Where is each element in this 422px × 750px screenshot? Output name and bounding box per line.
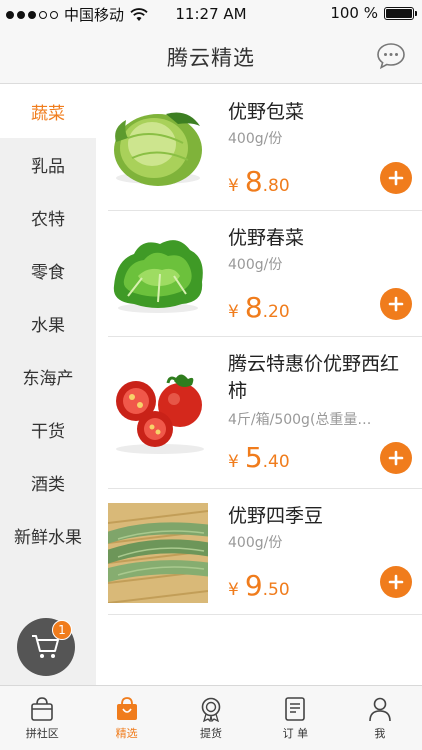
currency-symbol: ¥ <box>228 176 239 196</box>
price-decimal: .80 <box>262 176 290 196</box>
product-item[interactable]: 优野包菜 400g/份 ¥ 8 .80 <box>108 85 422 211</box>
tab-community[interactable]: 拼社区 <box>0 686 84 750</box>
add-to-cart-button[interactable] <box>380 162 412 194</box>
tomatoes-image <box>116 374 204 454</box>
tab-orders[interactable]: 订 单 <box>253 686 337 750</box>
product-spec: 4斤/箱/500g(总重量… <box>228 412 372 428</box>
user-icon <box>369 697 391 721</box>
chat-bubble-icon[interactable] <box>376 42 406 70</box>
currency-symbol: ¥ <box>228 452 239 472</box>
tab-selected[interactable]: 精选 <box>84 686 168 750</box>
badge-icon <box>201 697 221 722</box>
cart-count-badge: 1 <box>52 620 72 640</box>
currency-symbol: ¥ <box>228 580 239 600</box>
plus-icon <box>388 450 404 466</box>
product-spec: 400g/份 <box>228 257 283 273</box>
tab-label: 精选 <box>115 726 138 740</box>
product-item[interactable]: 优野春菜 400g/份 ¥ 8 .20 <box>108 211 422 337</box>
sidebar-item-vegetables[interactable]: 蔬菜 <box>0 85 96 138</box>
tab-label: 我 <box>374 726 386 740</box>
battery-icon <box>384 6 417 20</box>
tab-pickup[interactable]: 提货 <box>169 686 253 750</box>
product-price: ¥ 5 .40 <box>228 441 290 474</box>
product-spec: 400g/份 <box>228 131 283 147</box>
cabbage-image <box>114 112 202 186</box>
add-to-cart-button[interactable] <box>380 442 412 474</box>
tab-label: 拼社区 <box>25 726 59 740</box>
product-spec: 400g/份 <box>228 535 283 551</box>
price-integer: 5 <box>244 441 263 474</box>
product-name: 优野春菜 <box>228 227 305 249</box>
sidebar-item-dairy[interactable]: 乳品 <box>0 138 96 191</box>
product-name: 腾云特惠价优野西红柿 <box>228 353 400 402</box>
product-name: 优野包菜 <box>228 101 305 123</box>
shopping-bag-icon <box>116 696 137 720</box>
nav-header: 腾云精选 <box>0 30 422 84</box>
tab-label: 提货 <box>200 726 223 740</box>
price-decimal: .20 <box>262 302 290 322</box>
sidebar-item-seafood[interactable]: 东海产 <box>0 350 96 403</box>
sidebar-item-specialty[interactable]: 农特 <box>0 191 96 244</box>
product-name: 优野四季豆 <box>228 505 324 527</box>
category-sidebar: 蔬菜 乳品 农特 零食 水果 东海产 干货 酒类 新鲜水果 <box>0 85 96 685</box>
sidebar-item-snacks[interactable]: 零食 <box>0 244 96 297</box>
page-title: 腾云精选 <box>167 46 255 70</box>
price-integer: 9 <box>244 569 263 602</box>
battery-percent: 100 % <box>330 4 378 22</box>
product-price: ¥ 8 .80 <box>228 165 290 198</box>
product-price: ¥ 8 .20 <box>228 291 290 324</box>
add-to-cart-button[interactable] <box>380 288 412 320</box>
price-decimal: .50 <box>262 580 290 600</box>
plus-icon <box>388 296 404 312</box>
sidebar-item-fruit[interactable]: 水果 <box>0 297 96 350</box>
sidebar-item-dried-goods[interactable]: 干货 <box>0 403 96 456</box>
sidebar-item-fresh-fruit[interactable]: 新鲜水果 <box>0 509 96 562</box>
price-integer: 8 <box>244 291 263 324</box>
plus-icon <box>388 574 404 590</box>
plus-icon <box>388 170 404 186</box>
product-list: 优野包菜 400g/份 ¥ 8 .80 优野春菜 400g/份 ¥ 8 .20 <box>96 85 422 615</box>
status-bar: 中国移动 11:27 AM 100 % <box>0 0 422 30</box>
order-icon <box>285 696 306 721</box>
price-integer: 8 <box>244 165 263 198</box>
tab-me[interactable]: 我 <box>338 686 422 750</box>
tab-label: 订 单 <box>282 726 309 740</box>
status-right: 100 % <box>330 4 417 22</box>
currency-symbol: ¥ <box>228 302 239 322</box>
add-to-cart-button[interactable] <box>380 566 412 598</box>
basket-icon <box>31 696 54 721</box>
tab-bar: 拼社区 精选 提货 订 单 我 <box>0 685 422 750</box>
product-item[interactable]: 优野四季豆 400g/份 ¥ 9 .50 <box>108 489 422 615</box>
green-beans-image <box>108 503 208 603</box>
product-price: ¥ 9 .50 <box>228 569 290 602</box>
product-item[interactable]: 腾云特惠价优野西红柿 4斤/箱/500g(总重量… ¥ 5 .40 <box>108 337 422 489</box>
lettuce-image <box>113 240 203 313</box>
sidebar-item-alcohol[interactable]: 酒类 <box>0 456 96 509</box>
price-decimal: .40 <box>262 452 290 472</box>
